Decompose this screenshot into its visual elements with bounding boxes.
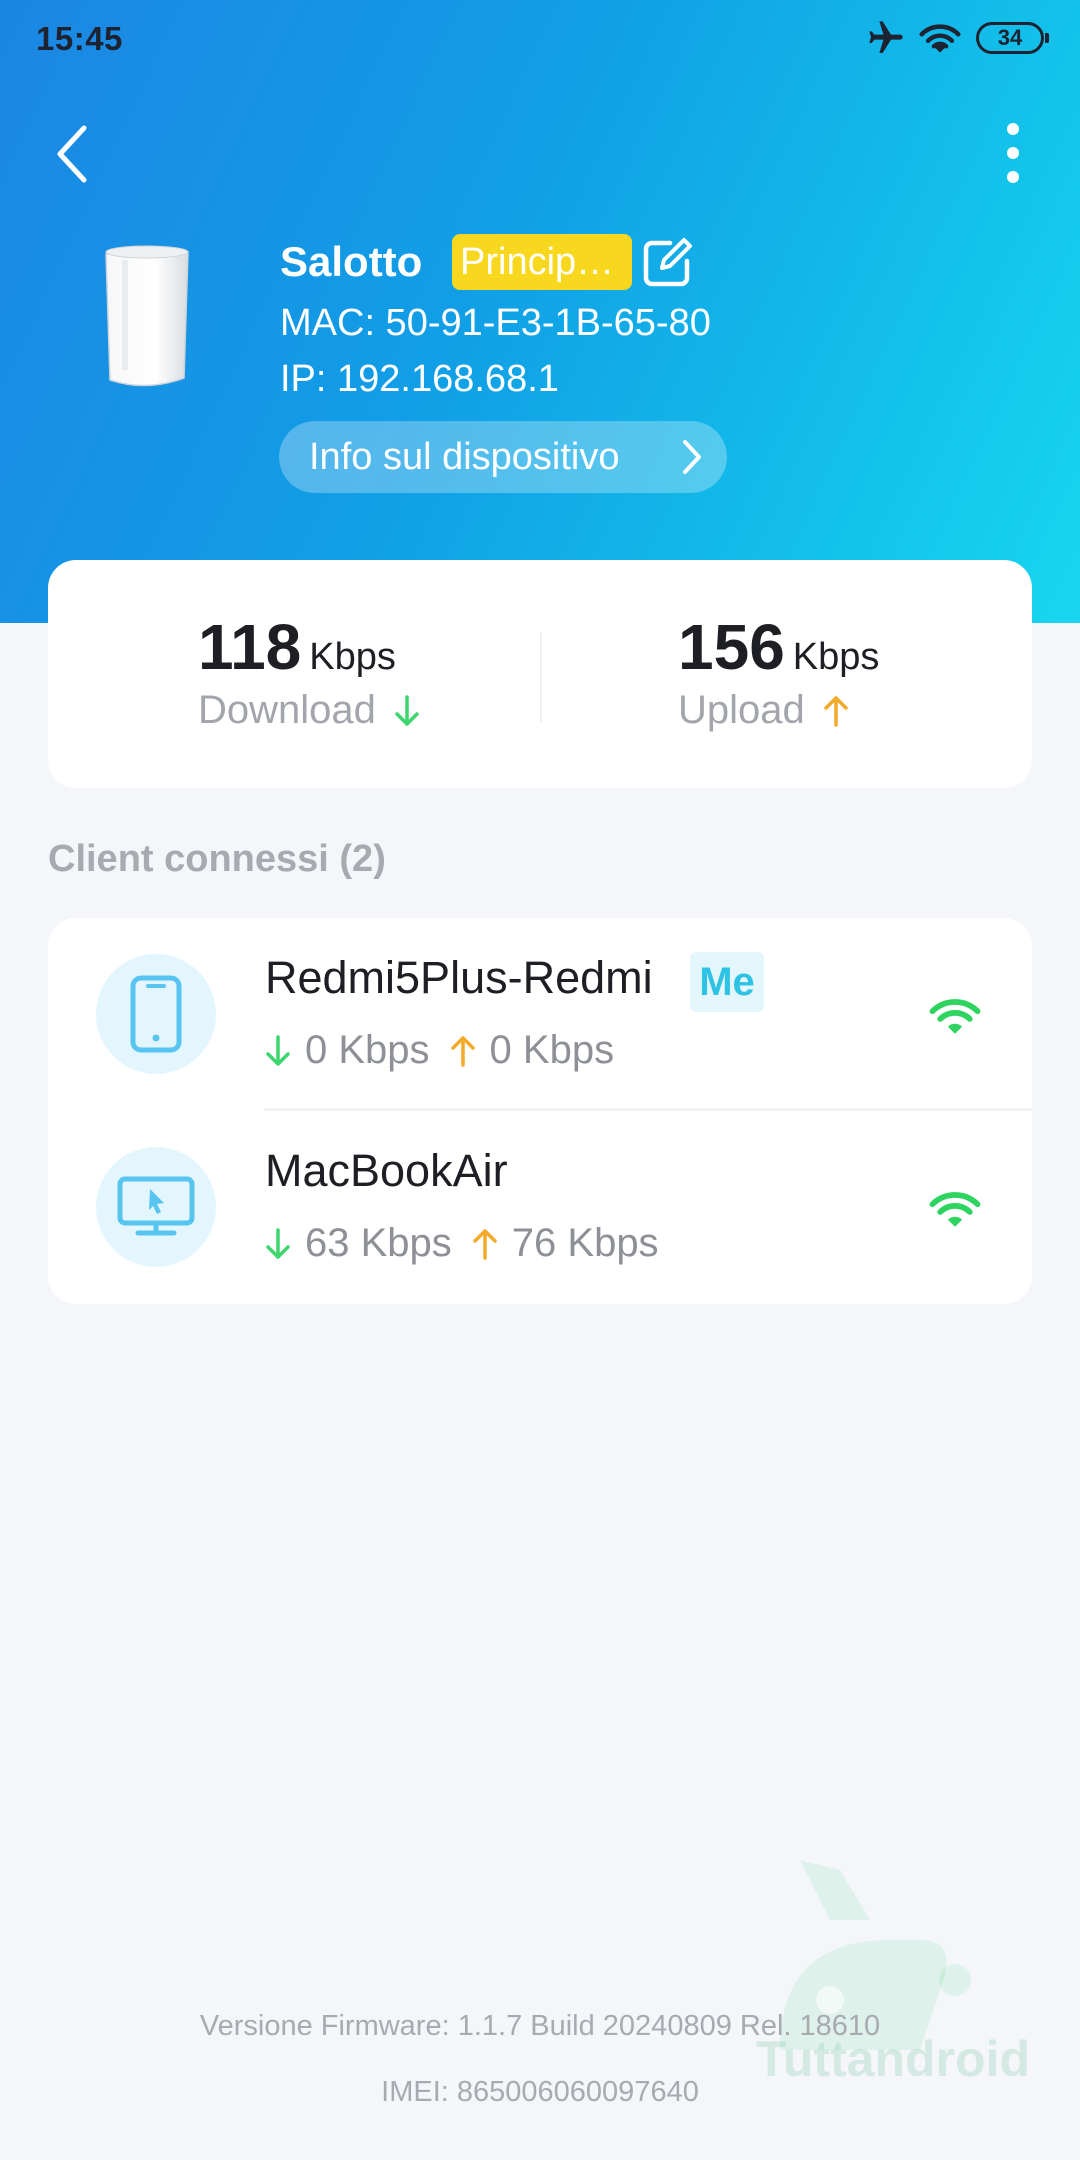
- chevron-left-icon: [57, 125, 87, 183]
- monitor-icon: [117, 1176, 195, 1236]
- client-download: 0 Kbps: [305, 1028, 430, 1072]
- router-device-image: [105, 245, 189, 387]
- more-vertical-icon: [1007, 123, 1019, 183]
- more-options-button[interactable]: [996, 120, 1030, 186]
- wifi-signal-icon: [929, 999, 981, 1034]
- firmware-version: Versione Firmware: 1.1.7 Build 20240809 …: [199, 2010, 881, 2042]
- clients-list: Redmi5Plus-Redmi Me 0 Kbps 0 Kbps MacBoo…: [48, 918, 1032, 1304]
- client-row-redmi[interactable]: Redmi5Plus-Redmi Me 0 Kbps 0 Kbps: [48, 918, 1032, 1111]
- download-value: 118: [198, 611, 302, 683]
- upload-unit: Kbps: [792, 636, 880, 678]
- me-badge: Me: [690, 952, 764, 1012]
- device-info-label: Info sul dispositivo: [309, 436, 620, 478]
- battery-icon: 34: [976, 22, 1049, 54]
- client-upload: 76 Kbps: [511, 1221, 659, 1265]
- back-button[interactable]: [50, 122, 96, 186]
- upload-label: Upload: [678, 688, 805, 732]
- client-name: Redmi5Plus-Redmi: [265, 952, 653, 1003]
- arrow-up-icon: [450, 1035, 475, 1067]
- status-bar: 15:45 34: [0, 0, 1080, 80]
- wifi-signal-icon: [929, 1192, 981, 1227]
- client-download: 63 Kbps: [305, 1221, 452, 1265]
- client-avatar: [96, 954, 216, 1074]
- arrow-down-icon: [266, 1227, 290, 1259]
- arrow-up-icon: [824, 695, 848, 727]
- edit-icon: [643, 238, 692, 287]
- client-speeds: 0 Kbps 0 Kbps: [265, 1028, 614, 1073]
- upload-stat: 156 Kbps Upload: [678, 610, 879, 733]
- arrow-down-icon: [266, 1034, 290, 1066]
- status-time: 15:45: [36, 20, 123, 57]
- battery-level: 34: [997, 25, 1023, 50]
- speed-divider: [540, 632, 542, 722]
- clients-section-title: Client connessi (2): [48, 838, 386, 880]
- primary-badge: Princip…: [452, 234, 632, 290]
- upload-value: 156: [678, 611, 785, 683]
- airplane-icon: [869, 21, 903, 53]
- download-unit: Kbps: [309, 636, 396, 678]
- wifi-status-icon: [919, 24, 961, 53]
- phone-icon: [130, 975, 182, 1053]
- client-avatar: [96, 1147, 216, 1267]
- device-info-button[interactable]: Info sul dispositivo: [279, 421, 727, 493]
- chevron-right-icon: [683, 440, 701, 474]
- download-stat: 118 Kbps Download: [198, 610, 420, 733]
- arrow-up-icon: [473, 1228, 497, 1260]
- client-row-macbook[interactable]: MacBookAir 63 Kbps 76 Kbps: [48, 1111, 1032, 1304]
- mac-address: MAC: 50-91-E3-1B-65-80: [280, 302, 711, 344]
- client-name: MacBookAir: [265, 1145, 508, 1196]
- imei: IMEI: 865006060097640: [381, 2076, 699, 2108]
- device-name: Salotto: [280, 238, 423, 285]
- client-upload: 0 Kbps: [489, 1028, 615, 1072]
- speed-card: 118 Kbps Download 156 Kbps Upload: [48, 560, 1032, 788]
- client-speeds: 63 Kbps 76 Kbps: [265, 1221, 659, 1266]
- ip-address: IP: 192.168.68.1: [280, 358, 559, 400]
- edit-name-button[interactable]: [640, 236, 694, 290]
- arrow-down-icon: [395, 694, 419, 726]
- download-label: Download: [198, 688, 376, 732]
